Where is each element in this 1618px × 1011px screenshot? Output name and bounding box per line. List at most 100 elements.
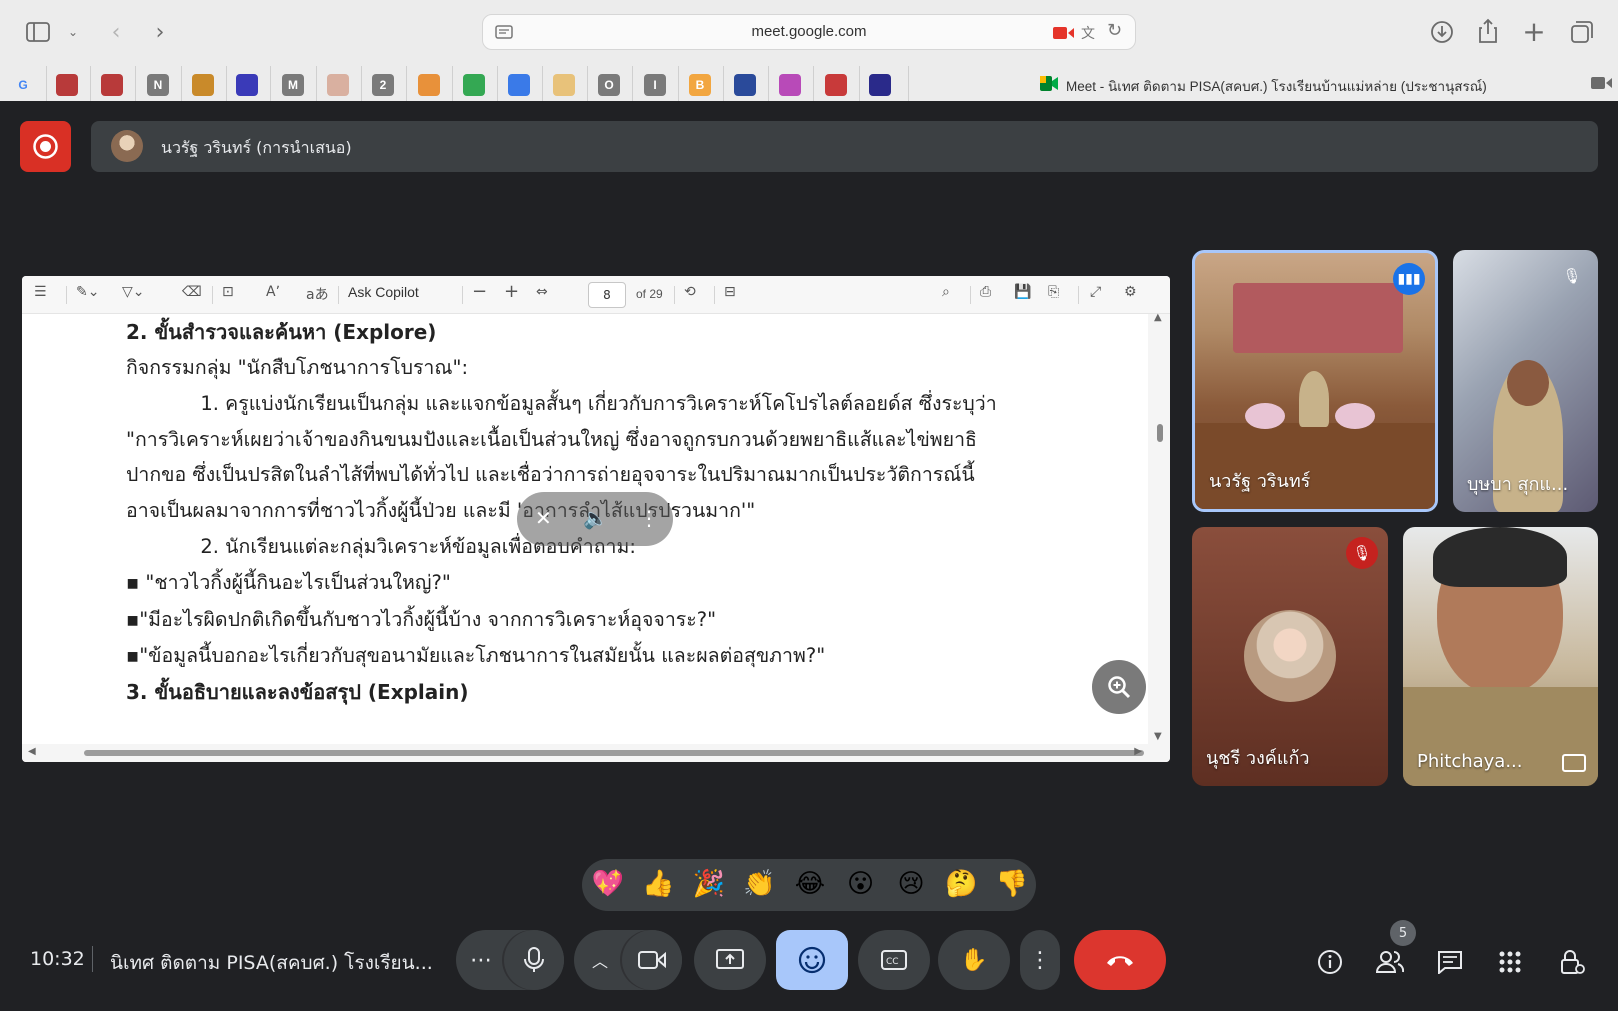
more-vert-icon: ⋮ bbox=[1029, 947, 1051, 973]
mic-off-icon: 🎙 bbox=[1346, 537, 1378, 569]
ask-copilot-button[interactable]: Ask Copilot bbox=[348, 284, 419, 300]
leave-call-button[interactable] bbox=[1074, 930, 1166, 990]
bottle-icon[interactable] bbox=[553, 74, 575, 96]
draw-icon[interactable]: ▽⌄ bbox=[122, 284, 145, 300]
reload-icon[interactable]: ↻ bbox=[1107, 20, 1122, 41]
participant-tile[interactable]: 🎙 นุชรี วงค์แก้ว bbox=[1192, 527, 1388, 786]
orange-circle-icon[interactable] bbox=[418, 74, 440, 96]
more-options-button[interactable]: ⋯ bbox=[456, 930, 564, 990]
reactions-button[interactable] bbox=[776, 930, 848, 990]
fit-width-icon[interactable]: ⇔ bbox=[536, 284, 548, 300]
save-icon[interactable]: 💾 bbox=[1014, 284, 1031, 300]
speaker-icon[interactable]: 🔈 bbox=[583, 506, 608, 530]
activities-icon[interactable] bbox=[1492, 944, 1528, 980]
thumbs-down-icon[interactable]: 👎 bbox=[992, 869, 1032, 899]
participant-tile[interactable]: ▮▮▮ นวรัฐ วรินทร์ bbox=[1192, 250, 1438, 512]
new-tab-icon[interactable]: + bbox=[1520, 15, 1548, 48]
person-hair bbox=[1433, 527, 1567, 587]
picture-in-picture-icon[interactable] bbox=[1562, 754, 1586, 772]
forward-icon[interactable]: › bbox=[148, 18, 172, 46]
share-icon[interactable] bbox=[1474, 16, 1502, 46]
contents-icon[interactable]: ☰ bbox=[34, 284, 47, 300]
zoom-in-icon[interactable]: + bbox=[504, 281, 519, 302]
present-screen-button[interactable] bbox=[694, 930, 766, 990]
translate-icon[interactable]: aあ bbox=[306, 284, 329, 304]
laughing-icon[interactable]: 😂 bbox=[790, 869, 830, 899]
chevron-down-icon[interactable]: ⌄ bbox=[64, 20, 82, 44]
sidebar-toggle-icon[interactable] bbox=[24, 18, 52, 46]
presentation-controls-overlay[interactable]: ✕ 🔈 ⋮ bbox=[517, 492, 673, 546]
scroll-thumb[interactable] bbox=[1157, 424, 1163, 442]
thinking-icon[interactable]: 🤔 bbox=[942, 869, 982, 899]
participant-tile[interactable]: 🎙 บุษบา สุกแ... bbox=[1453, 250, 1598, 512]
flask-icon[interactable] bbox=[192, 74, 214, 96]
c-circle-icon[interactable] bbox=[508, 74, 530, 96]
participant-tile[interactable]: Phitchaya... bbox=[1403, 527, 1598, 786]
page-number-input[interactable]: 8 bbox=[588, 282, 626, 308]
host-controls-icon[interactable] bbox=[1554, 944, 1590, 980]
o-icon[interactable]: O bbox=[598, 74, 620, 96]
settings-icon[interactable]: ⚙ bbox=[1124, 284, 1137, 300]
bird-logo-icon[interactable] bbox=[236, 74, 258, 96]
tab-overview-icon[interactable] bbox=[1568, 18, 1596, 46]
erase-icon[interactable]: ⌫ bbox=[182, 284, 202, 300]
two-icon[interactable]: 2 bbox=[372, 74, 394, 96]
page-view-icon[interactable]: ⊟ bbox=[724, 284, 736, 300]
welcome-banner bbox=[1233, 283, 1403, 353]
zoom-out-icon[interactable]: − bbox=[472, 281, 487, 302]
surprised-icon[interactable]: 😮 bbox=[841, 869, 881, 899]
highlight-icon[interactable]: ✎⌄ bbox=[76, 284, 99, 300]
text-line: กิจกรรมกลุ่ม "นักสืบโภชนาการโบราณ": bbox=[126, 356, 469, 379]
camera-in-use-icon[interactable] bbox=[1053, 26, 1075, 40]
clapping-hands-icon[interactable]: 👏 bbox=[740, 869, 780, 899]
m-icon[interactable]: M bbox=[282, 74, 304, 96]
translate-icon[interactable]: 文 bbox=[1081, 23, 1095, 43]
scroll-down-icon[interactable]: ▼ bbox=[1154, 731, 1162, 742]
save-as-icon[interactable]: ⎘ bbox=[1048, 284, 1059, 300]
back-icon[interactable]: ‹ bbox=[104, 18, 128, 46]
chat-icon[interactable] bbox=[1432, 944, 1468, 980]
scroll-right-icon[interactable]: ▶ bbox=[1134, 746, 1142, 757]
google-icon[interactable]: G bbox=[12, 74, 34, 96]
pen-icon[interactable] bbox=[825, 74, 847, 96]
read-aloud-icon[interactable]: Aʼ bbox=[266, 284, 280, 300]
scroll-thumb[interactable] bbox=[84, 750, 1144, 756]
maps-pin-icon[interactable] bbox=[463, 74, 485, 96]
red-bird-icon[interactable] bbox=[101, 74, 123, 96]
thumbs-up-icon[interactable]: 👍 bbox=[639, 869, 679, 899]
download-icon[interactable] bbox=[1428, 18, 1456, 46]
line-logo-icon[interactable] bbox=[869, 74, 891, 96]
fullscreen-icon[interactable]: ⤢ bbox=[1090, 284, 1101, 300]
vertical-scrollbar[interactable]: ▲ ▼ bbox=[1148, 312, 1170, 744]
party-popper-icon[interactable]: 🎉 bbox=[689, 869, 729, 899]
captions-button[interactable]: CC bbox=[858, 930, 930, 990]
b-icon[interactable]: B bbox=[689, 74, 711, 96]
meeting-info-icon[interactable] bbox=[1312, 944, 1348, 980]
n-icon[interactable]: N bbox=[147, 74, 169, 96]
seal-icon[interactable] bbox=[327, 74, 349, 96]
people-icon[interactable] bbox=[1372, 944, 1408, 980]
camera-icon[interactable] bbox=[1590, 72, 1614, 94]
more-vert-button[interactable]: ⋮ bbox=[1020, 930, 1060, 990]
sparkling-heart-icon[interactable]: 💖 bbox=[588, 869, 628, 899]
address-bar[interactable]: meet.google.com 文 ↻ bbox=[482, 14, 1136, 50]
i-icon[interactable]: I bbox=[644, 74, 666, 96]
scroll-up-icon[interactable]: ▲ bbox=[1154, 312, 1162, 323]
crying-icon[interactable]: 😢 bbox=[891, 869, 931, 899]
layout-icon[interactable] bbox=[734, 74, 756, 96]
pin-off-icon[interactable]: ✕ bbox=[535, 506, 552, 530]
horizontal-scrollbar[interactable]: ◀ ▶ bbox=[22, 744, 1170, 762]
more-vert-icon[interactable]: ⋮ bbox=[639, 506, 659, 530]
camera-button[interactable]: ︿ bbox=[574, 930, 682, 990]
zoom-button[interactable] bbox=[1092, 660, 1146, 714]
search-icon[interactable]: ⌕ bbox=[942, 284, 950, 300]
rotate-icon[interactable]: ⟲ bbox=[684, 284, 696, 300]
active-tab-title[interactable]: Meet - นิเทศ ติดตาม PISA(สคบศ.) โรงเรียน… bbox=[1066, 75, 1487, 97]
scroll-left-icon[interactable]: ◀ bbox=[28, 746, 36, 757]
k-icon[interactable] bbox=[779, 74, 801, 96]
recording-button[interactable] bbox=[20, 121, 71, 172]
text-box-icon[interactable]: ⊡ bbox=[222, 284, 234, 300]
print-icon[interactable]: ⎙ bbox=[980, 284, 991, 300]
raise-hand-button[interactable]: ✋ bbox=[938, 930, 1010, 990]
red-bird-icon[interactable] bbox=[56, 74, 78, 96]
